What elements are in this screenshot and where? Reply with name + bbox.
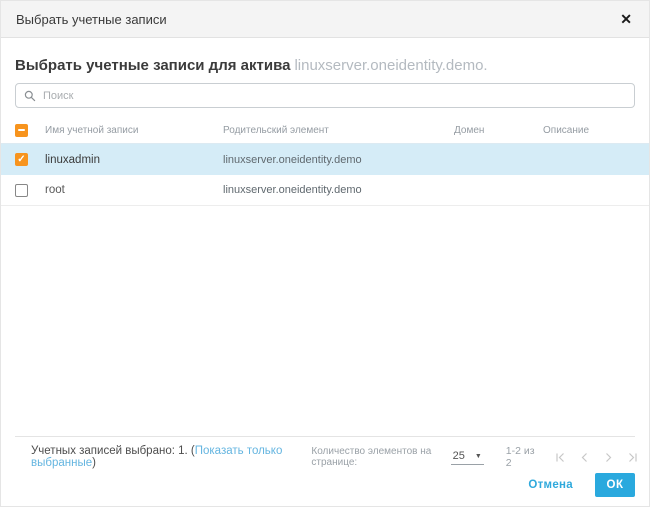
pagination-controls: Количество элементов на странице: 25 ▼ 1… xyxy=(311,445,638,469)
column-header-name[interactable]: Имя учетной записи xyxy=(45,125,223,136)
prev-page-icon[interactable] xyxy=(579,452,590,463)
page-size-label: Количество элементов на странице: xyxy=(311,446,432,468)
search-box xyxy=(15,83,635,108)
page-range-text: 1-2 из 2 xyxy=(505,445,535,469)
cell-parent: linuxserver.oneidentity.demo xyxy=(223,184,362,196)
cell-account-name: root xyxy=(45,184,65,196)
asset-name: linuxserver.oneidentity.demo. xyxy=(294,57,488,74)
table-header: Имя учетной записи Родительский элемент … xyxy=(1,117,649,144)
next-page-icon[interactable] xyxy=(603,452,614,463)
row-checkbox-checked[interactable]: ✓ xyxy=(15,153,28,166)
close-icon[interactable]: ✕ xyxy=(618,10,634,28)
cell-account-name: linuxadmin xyxy=(45,153,100,166)
footer-status-row: Учетных записей выбрано: 1. (Показать то… xyxy=(1,445,649,469)
select-accounts-dialog: Выбрать учетные записи ✕ Выбрать учетные… xyxy=(0,0,650,507)
column-header-parent[interactable]: Родительский элемент xyxy=(223,125,454,136)
table-row[interactable]: root linuxserver.oneidentity.demo xyxy=(1,175,649,206)
selected-count-text: Учетных записей выбрано: 1. (Показать то… xyxy=(31,445,311,469)
select-all-checkbox[interactable] xyxy=(15,123,28,137)
row-checkbox-unchecked[interactable] xyxy=(15,183,28,197)
cell-parent: linuxserver.oneidentity.demo xyxy=(223,153,362,166)
dialog-title: Выбрать учетные записи xyxy=(16,11,167,27)
chevron-down-icon: ▼ xyxy=(474,453,482,461)
pager xyxy=(555,452,638,463)
dialog-header: Выбрать учетные записи ✕ xyxy=(1,1,649,38)
page-size-dropdown[interactable]: 25 ▼ xyxy=(450,449,484,465)
minus-icon xyxy=(18,129,25,131)
footer-divider xyxy=(15,436,635,437)
table-row[interactable]: ✓ linuxadmin linuxserver.oneidentity.dem… xyxy=(1,144,649,175)
selected-count-prefix: Учетных записей выбрано: 1. ( xyxy=(31,445,195,457)
dialog-footer: Учетных записей выбрано: 1. (Показать то… xyxy=(1,436,649,506)
first-page-icon[interactable] xyxy=(555,452,566,463)
column-header-domain[interactable]: Домен xyxy=(454,125,543,136)
search-icon xyxy=(24,90,36,101)
ok-button[interactable]: ОК xyxy=(595,473,635,497)
footer-actions-row: Отмена ОК xyxy=(1,473,649,497)
selected-count-suffix: ) xyxy=(92,457,96,469)
page-heading: Выбрать учетные записи для актива linuxse… xyxy=(15,57,635,74)
heading-text: Выбрать учетные записи для актива xyxy=(15,57,291,74)
last-page-icon[interactable] xyxy=(627,452,638,463)
cancel-button[interactable]: Отмена xyxy=(528,479,573,491)
search-input[interactable] xyxy=(43,89,626,102)
column-header-description[interactable]: Описание xyxy=(543,125,635,136)
page-size-value: 25 xyxy=(452,449,465,462)
